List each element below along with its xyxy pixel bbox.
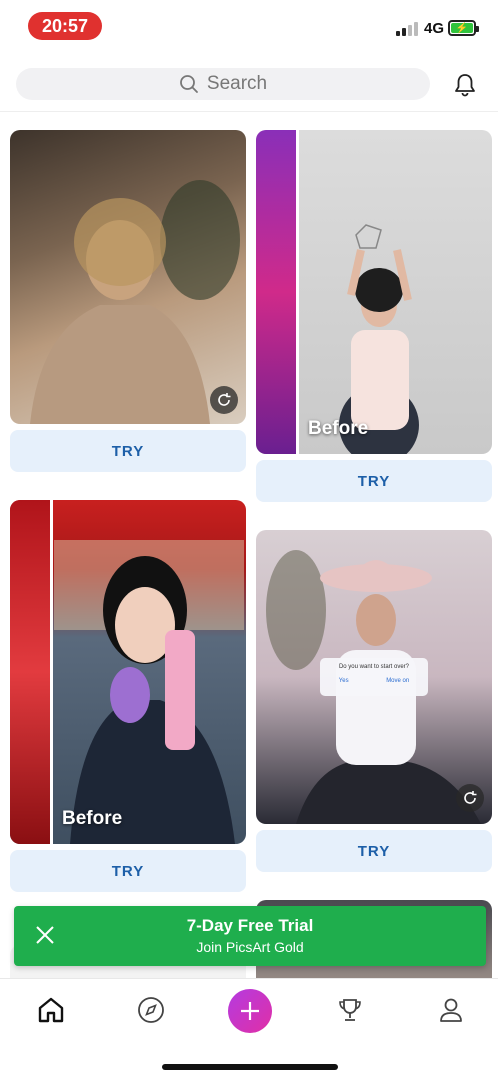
try-button[interactable]: TRY — [256, 830, 492, 872]
trophy-icon — [339, 999, 361, 1021]
tab-home[interactable] — [34, 993, 68, 1027]
portrait-photo — [54, 540, 244, 844]
try-button[interactable]: TRY — [256, 460, 492, 502]
try-button[interactable]: TRY — [10, 850, 246, 892]
tab-explore[interactable] — [134, 993, 168, 1027]
create-button[interactable] — [228, 989, 272, 1033]
signal-strength-icon — [396, 22, 418, 36]
network-type: 4G — [424, 20, 445, 37]
dialog-yes-button[interactable]: Yes — [339, 678, 349, 684]
before-label: Before — [308, 418, 369, 439]
feed-card-image[interactable]: Before — [256, 130, 492, 454]
dialog-move-on-button[interactable]: Move on — [386, 678, 409, 684]
status-bar: 20:57 4G ⚡ — [0, 0, 498, 54]
free-trial-banner[interactable]: 7-Day Free Trial Join PicsArt Gold — [14, 906, 486, 966]
feed-card-image[interactable] — [10, 130, 246, 424]
start-over-dialog: Do you want to start over? Yes Move on — [320, 658, 428, 696]
replay-icon[interactable] — [210, 386, 238, 414]
feed-card-image[interactable]: Do you want to start over? Yes Move on — [256, 530, 492, 824]
notification-bell-icon[interactable] — [452, 72, 478, 98]
tab-challenges[interactable] — [333, 993, 367, 1027]
battery-icon: ⚡ — [448, 20, 479, 36]
feed-card-image[interactable]: Before — [10, 500, 246, 844]
search-input[interactable]: Search — [16, 68, 430, 100]
search-placeholder: Search — [206, 73, 268, 94]
profile-icon — [440, 998, 462, 1022]
home-icon — [38, 997, 64, 1023]
dialog-question: Do you want to start over? — [338, 664, 410, 670]
compass-icon — [138, 997, 164, 1023]
before-label: Before — [62, 808, 123, 829]
try-button[interactable]: TRY — [10, 430, 246, 472]
trial-title: 7-Day Free Trial — [186, 916, 314, 935]
create-plus-icon — [241, 1002, 259, 1020]
home-indicator[interactable] — [162, 1064, 338, 1070]
portrait-photo — [339, 224, 419, 454]
replay-icon[interactable] — [456, 784, 484, 812]
tab-profile[interactable] — [434, 993, 468, 1027]
top-header: Search — [0, 54, 498, 112]
portrait-photo — [30, 180, 240, 424]
status-time: 20:57 — [28, 12, 102, 40]
trial-subtitle: Join PicsArt Gold — [196, 939, 304, 955]
search-icon — [179, 75, 198, 93]
